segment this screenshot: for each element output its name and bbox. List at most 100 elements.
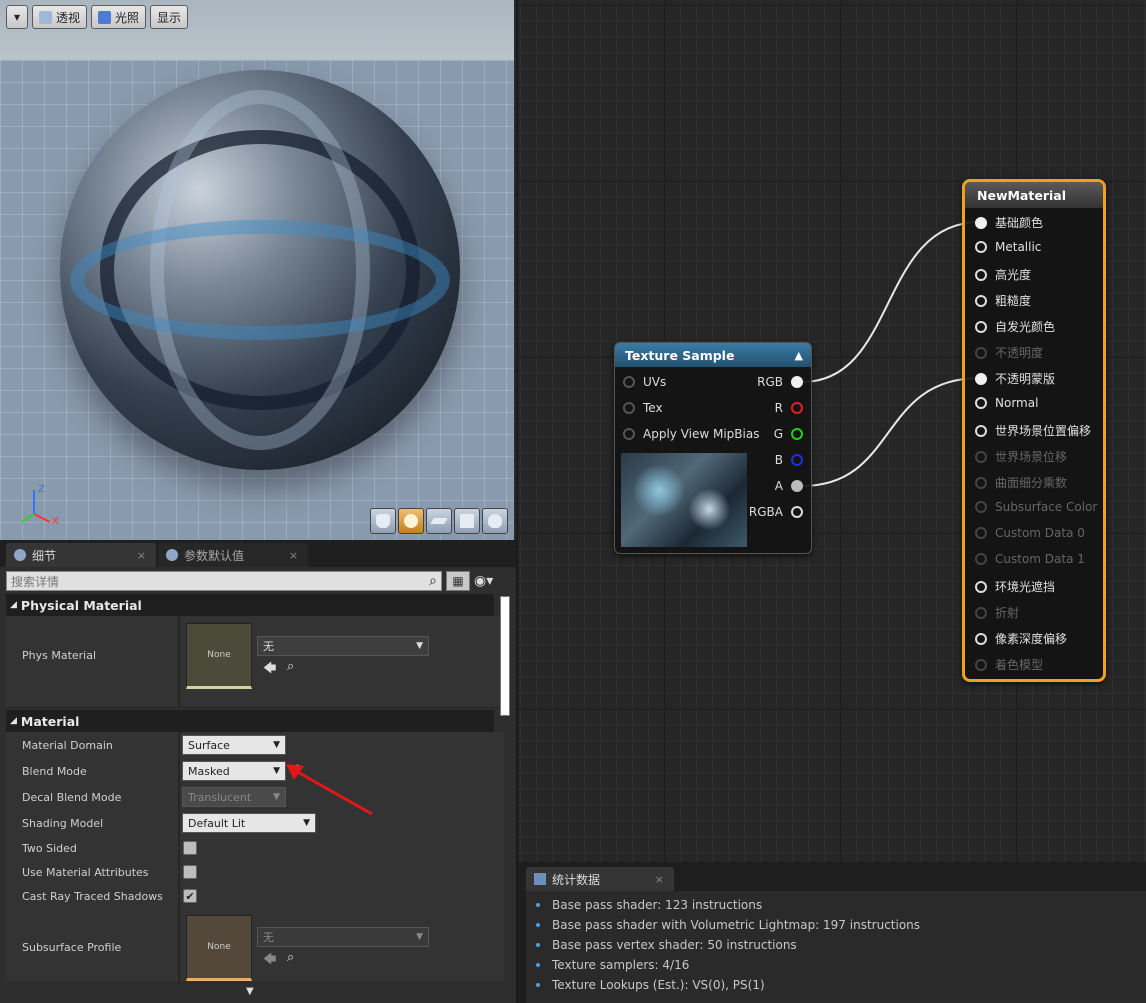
chevron-down-icon: ▼: [273, 792, 280, 802]
use-material-attributes-checkbox[interactable]: [183, 865, 197, 879]
texture-sample-node[interactable]: Texture Sample ▲ UVs Tex Apply View MipB…: [614, 342, 812, 554]
texture-sample-header[interactable]: Texture Sample ▲: [615, 343, 811, 367]
use-selected-arrow-icon: 🡄: [263, 952, 277, 967]
cube-icon: [460, 514, 474, 528]
material-input-pin[interactable]: 环境光遮挡: [975, 578, 1055, 595]
material-preview-viewport[interactable]: ▾ 透视 光照 显示 Z X: [0, 0, 516, 540]
tab-details[interactable]: 细节 ×: [6, 543, 156, 567]
pin-icon: [975, 632, 987, 645]
preview-sphere-button[interactable]: [398, 508, 424, 534]
list-item: Base pass shader: 123 instructions: [526, 895, 1146, 915]
close-icon[interactable]: ×: [289, 549, 298, 562]
use-selected-arrow-icon[interactable]: 🡄: [263, 659, 276, 681]
preview-plane-button[interactable]: [426, 508, 452, 534]
expand-advanced-icon[interactable]: ▼: [246, 986, 254, 997]
pin-icon: [975, 346, 987, 359]
pin-icon: [975, 501, 987, 513]
perspective-icon: [39, 10, 52, 24]
details-scrollbar[interactable]: [500, 596, 510, 716]
material-input-pin: Custom Data 1: [975, 552, 1085, 566]
material-input-pin[interactable]: 基础颜色: [975, 214, 1043, 231]
use-material-attributes-label: Use Material Attributes: [22, 866, 149, 879]
property-matrix-button[interactable]: ▦: [446, 571, 470, 591]
cylinder-icon: [376, 514, 390, 528]
material-input-pin[interactable]: 像素深度偏移: [975, 630, 1067, 647]
pin-icon: [975, 553, 987, 565]
tab-parameter-defaults[interactable]: 参数默认值 ×: [158, 543, 308, 567]
lit-mode-button[interactable]: 光照: [91, 5, 147, 29]
grid-icon: ▦: [452, 574, 464, 588]
pin-icon: [623, 428, 635, 440]
section-material[interactable]: ◢ Material: [6, 710, 494, 732]
list-item: Base pass shader with Volumetric Lightma…: [526, 915, 1146, 935]
pin-icon: [791, 506, 803, 518]
teapot-icon: [488, 514, 502, 528]
bullet-icon: [536, 983, 540, 987]
pin-icon: [791, 428, 803, 440]
pin-icon: [975, 476, 987, 489]
output-pin-rgba[interactable]: RGBA: [749, 505, 803, 519]
material-input-pin[interactable]: 自发光颜色: [975, 318, 1055, 335]
material-graph-canvas[interactable]: Texture Sample ▲ UVs Tex Apply View MipB…: [518, 0, 1146, 862]
pin-icon: [975, 658, 987, 671]
bullet-icon: [536, 963, 540, 967]
output-pin-r[interactable]: R: [775, 401, 803, 415]
two-sided-label: Two Sided: [22, 842, 77, 855]
material-input-pin[interactable]: 世界场景位置偏移: [975, 422, 1091, 439]
pin-icon: [791, 376, 803, 388]
input-pin-apply-view-mipbias[interactable]: Apply View MipBias: [623, 427, 759, 441]
output-pin-g[interactable]: G: [774, 427, 803, 441]
details-icon: [14, 549, 26, 561]
material-input-pin[interactable]: Metallic: [975, 240, 1041, 254]
viewport-menu-button[interactable]: ▾: [6, 5, 28, 29]
perspective-button[interactable]: 透视: [32, 5, 88, 29]
blend-mode-dropdown[interactable]: Masked ▼: [182, 761, 286, 781]
subsurface-profile-thumbnail[interactable]: None: [186, 915, 252, 981]
tab-stats[interactable]: 统计数据 ×: [526, 867, 674, 891]
subsurface-profile-label: Subsurface Profile: [22, 941, 122, 954]
preview-shape-buttons: [370, 508, 508, 534]
plane-icon: [430, 518, 448, 524]
section-physical-material[interactable]: ◢ Physical Material: [6, 594, 494, 616]
chevron-down-icon: ▼: [416, 641, 423, 651]
browse-magnifier-icon[interactable]: ⌕: [287, 659, 294, 674]
details-tabbar: 细节 × 参数默认值 ×: [0, 540, 516, 567]
input-pin-tex[interactable]: Tex: [623, 401, 663, 415]
close-icon[interactable]: ×: [655, 873, 664, 886]
phys-material-row: [6, 616, 504, 708]
browse-magnifier-icon[interactable]: ⌕: [287, 950, 294, 965]
viewport-toolbar: ▾ 透视 光照 显示: [6, 5, 189, 29]
preview-cylinder-button[interactable]: [370, 508, 396, 534]
phys-material-thumbnail[interactable]: None: [186, 623, 252, 689]
two-sided-checkbox[interactable]: [183, 841, 197, 855]
material-input-pin[interactable]: Normal: [975, 396, 1038, 410]
shading-model-label: Shading Model: [22, 817, 104, 830]
pin-icon: [623, 402, 635, 414]
search-input[interactable]: 搜索详情 ⌕: [6, 571, 442, 591]
pin-icon: [975, 450, 987, 463]
output-pin-b[interactable]: B: [775, 453, 803, 467]
material-domain-dropdown[interactable]: Surface ▼: [182, 735, 286, 755]
material-input-pin[interactable]: 高光度: [975, 266, 1031, 283]
phys-material-picker[interactable]: 无 ▼: [257, 636, 429, 656]
material-input-pin[interactable]: 不透明蒙版: [975, 370, 1055, 387]
pin-icon: [975, 294, 987, 307]
cast-ray-traced-shadows-checkbox[interactable]: ✔: [183, 889, 197, 903]
material-result-node[interactable]: NewMaterial 基础颜色 Metallic 高光度 粗糙度 自发光颜色 不透明度不…: [962, 179, 1106, 682]
output-pin-a[interactable]: A: [775, 479, 803, 493]
material-input-pin[interactable]: 粗糙度: [975, 292, 1031, 309]
bullet-icon: [536, 903, 540, 907]
output-pin-rgb[interactable]: RGB: [757, 375, 803, 389]
material-node-header[interactable]: NewMaterial: [965, 182, 1103, 208]
close-icon[interactable]: ×: [137, 549, 146, 562]
preview-custom-mesh-button[interactable]: [482, 508, 508, 534]
collapse-triangle-icon[interactable]: ▲: [795, 349, 803, 362]
view-options-button[interactable]: ◉▾: [474, 573, 493, 589]
preview-sphere: [60, 70, 460, 470]
show-button[interactable]: 显示: [150, 5, 189, 29]
input-pin-uvs[interactable]: UVs: [623, 375, 666, 389]
preview-cube-button[interactable]: [454, 508, 480, 534]
material-input-pin: 曲面细分乘数: [975, 474, 1067, 491]
stats-panel: 统计数据 × Base pass shader: 123 instruction…: [518, 862, 1146, 1003]
stats-list: Base pass shader: 123 instructions Base …: [526, 891, 1146, 1003]
